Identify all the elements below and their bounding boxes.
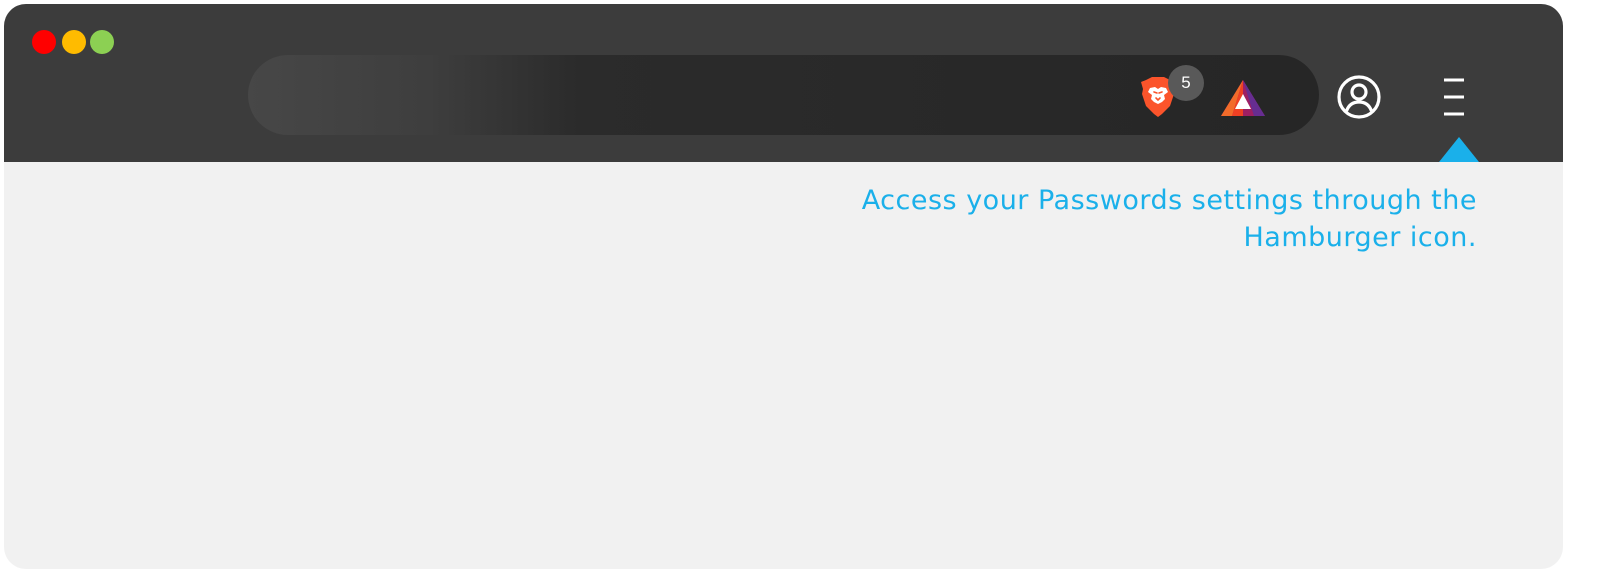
callout-hint-text: Access your Passwords settings through t… [861, 185, 1477, 253]
bat-triangle-icon[interactable] [1220, 78, 1266, 118]
browser-toolbar: 5 [4, 4, 1563, 162]
user-circle-icon[interactable] [1336, 74, 1382, 120]
window-close-button[interactable] [32, 30, 56, 54]
browser-window: 5 Access your Passwords settings through… [4, 4, 1563, 569]
callout-pointer-arrow [1439, 137, 1479, 162]
window-minimize-button[interactable] [62, 30, 86, 54]
window-zoom-button[interactable] [90, 30, 114, 54]
shields-badge-count: 5 [1168, 65, 1204, 101]
hamburger-menu-icon[interactable] [1434, 76, 1474, 118]
